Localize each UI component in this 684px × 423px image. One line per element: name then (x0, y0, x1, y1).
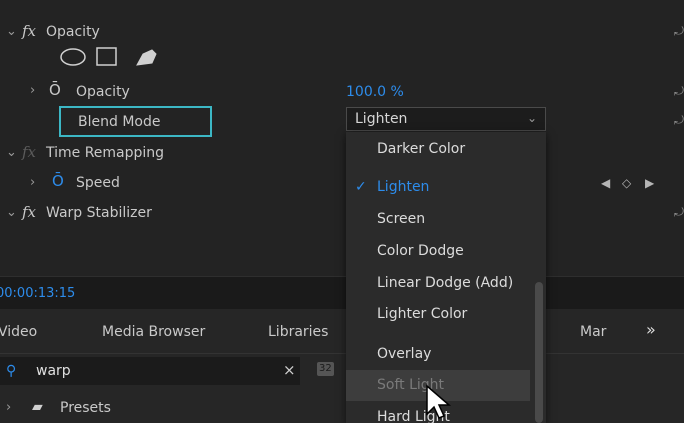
search-input-value: warp (36, 363, 71, 379)
stopwatch-icon[interactable]: Ō (49, 81, 61, 99)
chevron-right-icon[interactable]: › (6, 399, 11, 417)
timecode-bar: 00:00:13:15 (0, 276, 684, 309)
panel-tab-bar: Video Media Browser Libraries Mar » (0, 309, 684, 354)
effect-name-time-remapping: Time Remapping (46, 145, 165, 161)
menu-item-screen[interactable]: Screen (346, 204, 530, 235)
checkmark-icon: ✓ (355, 179, 367, 195)
chevron-right-icon[interactable]: › (30, 82, 35, 100)
panel-overflow-icon[interactable]: » (646, 321, 656, 339)
clear-search-icon[interactable]: × (283, 361, 296, 379)
effect-name-opacity: Opacity (46, 24, 100, 40)
menu-item-label: Linear Dodge (Add) (377, 275, 514, 291)
menu-scrollbar[interactable] (535, 282, 543, 423)
tab-media-browser[interactable]: Media Browser (102, 323, 205, 341)
chevron-down-icon[interactable]: ⌄ (6, 144, 17, 162)
opacity-param-row: › Ō Opacity 100.0 % ⤾ (0, 78, 684, 108)
mask-tools (60, 46, 170, 68)
reset-icon[interactable]: ⤾ (674, 24, 684, 39)
menu-item-label: Lighten (377, 179, 430, 195)
menu-item-label: Color Dodge (377, 243, 464, 259)
menu-item-linear-dodge[interactable]: Linear Dodge (Add) (346, 268, 530, 299)
tab-markers[interactable]: Mar (580, 323, 606, 341)
add-keyframe-icon[interactable]: ◇ (622, 174, 631, 192)
chevron-down-icon: ⌄ (526, 111, 537, 125)
search-input[interactable]: ⚲ warp × (0, 357, 300, 385)
effect-controls-panel: ⌄ fx Opacity ⤾ › Ō Opacity 100.0 % ⤾ Ble… (0, 0, 684, 276)
stopwatch-icon[interactable]: Ō (52, 172, 64, 190)
time-remapping-row[interactable]: ⌄ fx Time Remapping (0, 140, 684, 170)
next-keyframe-icon[interactable]: ▶ (645, 174, 654, 192)
blend-mode-label: Blend Mode (78, 114, 161, 130)
menu-item-label: Lighter Color (377, 306, 468, 322)
menu-item-lighter-color[interactable]: Lighter Color (346, 299, 530, 330)
menu-item-label: Overlay (377, 346, 432, 362)
reset-icon[interactable]: ⤾ (674, 84, 684, 99)
blend-mode-menu: Darker Color ✓ Lighten Screen Color Dodg… (346, 132, 546, 423)
chevron-down-icon[interactable]: ⌄ (6, 23, 17, 41)
menu-item-lighten[interactable]: ✓ Lighten (346, 172, 530, 203)
effect-name-warp-stabilizer: Warp Stabilizer (46, 205, 152, 221)
menu-scrollbar-thumb[interactable] (535, 282, 543, 423)
pen-mask-icon[interactable] (136, 49, 157, 66)
mouse-pointer-icon (426, 384, 452, 419)
presets-row[interactable]: › ▰ Presets (0, 390, 684, 423)
chevron-down-icon[interactable]: ⌄ (6, 204, 17, 222)
tab-libraries[interactable]: Libraries (268, 323, 328, 341)
fx-icon[interactable]: fx (22, 203, 36, 221)
param-label-speed: Speed (76, 175, 120, 191)
speed-param-row: › Ō Speed ◀ ◇ ▶ (0, 170, 684, 200)
current-timecode[interactable]: 00:00:13:15 (0, 285, 75, 303)
tab-video[interactable]: Video (0, 323, 37, 341)
presets-label: Presets (60, 400, 111, 416)
fx-icon[interactable]: fx (22, 143, 36, 161)
chevron-right-icon[interactable]: › (30, 174, 35, 192)
rectangle-mask-icon[interactable] (96, 47, 117, 66)
opacity-effect-row[interactable]: ⌄ fx Opacity ⤾ (0, 18, 684, 48)
menu-item-overlay[interactable]: Overlay (346, 339, 530, 370)
previous-keyframe-icon[interactable]: ◀ (601, 174, 610, 192)
menu-item-label: Screen (377, 211, 426, 227)
param-label-opacity: Opacity (76, 84, 130, 100)
reset-icon[interactable]: ⤾ (674, 113, 684, 128)
warp-stabilizer-row[interactable]: ⌄ fx Warp Stabilizer ⤾ (0, 200, 684, 230)
blend-mode-dropdown[interactable]: Lighten ⌄ (346, 107, 546, 131)
opacity-value[interactable]: 100.0 % (346, 83, 404, 101)
ellipse-mask-icon[interactable] (60, 48, 86, 66)
menu-item-color-dodge[interactable]: Color Dodge (346, 236, 530, 267)
fx-icon[interactable]: fx (22, 22, 36, 40)
accelerated-effects-icon[interactable]: 32 (317, 362, 334, 376)
search-icon: ⚲ (6, 363, 17, 379)
folder-icon: ▰ (32, 399, 43, 415)
blend-mode-selected-value: Lighten (355, 111, 408, 127)
menu-item-label: Darker Color (377, 141, 466, 157)
menu-item-darker-color[interactable]: Darker Color (346, 134, 530, 165)
reset-icon[interactable]: ⤾ (674, 205, 684, 220)
